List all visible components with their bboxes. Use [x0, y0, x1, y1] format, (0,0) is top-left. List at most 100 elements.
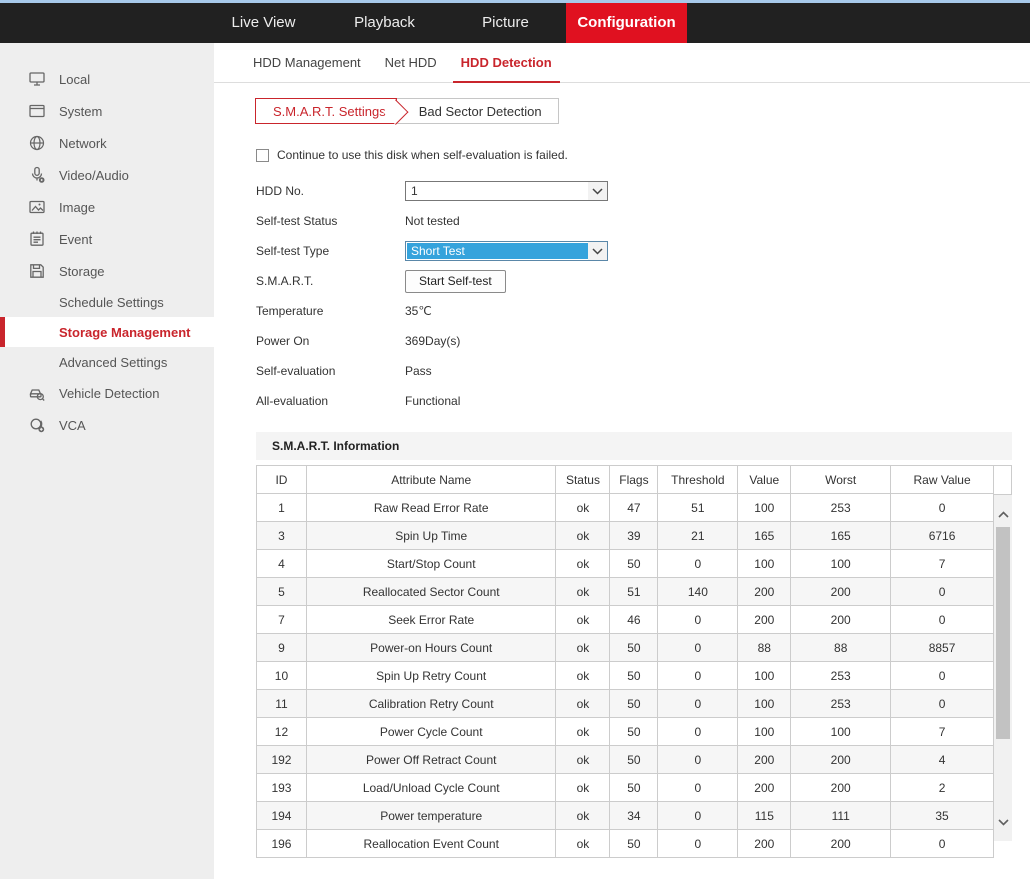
table-cell: ok	[556, 774, 610, 802]
column-header-flags: Flags	[610, 466, 658, 494]
sidebar-item-system[interactable]: System	[0, 95, 214, 127]
table-cell: ok	[556, 550, 610, 578]
table-cell: 50	[610, 634, 658, 662]
sidebar-item-local[interactable]: Local	[0, 63, 214, 95]
sidebar-item-label: Local	[59, 72, 90, 87]
sidebar-item-image[interactable]: Image	[0, 191, 214, 223]
table-cell: 4	[257, 550, 307, 578]
scrollbar-thumb[interactable]	[996, 527, 1010, 739]
sidebar-item-vehicle-detection[interactable]: Vehicle Detection	[0, 377, 214, 409]
tab-hdd-management[interactable]: HDD Management	[241, 43, 373, 82]
table-cell: 100	[738, 718, 791, 746]
table-cell: 46	[610, 606, 658, 634]
tab-net-hdd[interactable]: Net HDD	[373, 43, 449, 82]
table-cell: Power temperature	[306, 802, 556, 830]
vca-icon	[28, 416, 46, 434]
table-cell: 7	[257, 606, 307, 634]
table-cell: 193	[257, 774, 307, 802]
scroll-down-icon[interactable]	[994, 815, 1012, 829]
nav-item-configuration[interactable]: Configuration	[566, 3, 687, 43]
table-row: 1Raw Read Error Rateok47511002530	[257, 494, 994, 522]
table-cell: 194	[257, 802, 307, 830]
table-cell: 200	[738, 606, 791, 634]
sidebar-item-schedule-settings[interactable]: Schedule Settings	[0, 287, 214, 317]
table-cell: ok	[556, 606, 610, 634]
table-cell: 0	[658, 690, 738, 718]
sidebar-item-storage-management[interactable]: Storage Management	[0, 317, 214, 347]
table-cell: 192	[257, 746, 307, 774]
column-header-status: Status	[556, 466, 610, 494]
all-evaluation-row: All-evaluation Functional	[256, 386, 1030, 416]
table-cell: 50	[610, 550, 658, 578]
table-cell: ok	[556, 718, 610, 746]
sidebar-item-storage[interactable]: Storage	[0, 255, 214, 287]
continue-use-disk-checkbox[interactable]	[256, 149, 269, 162]
table-cell: 88	[738, 634, 791, 662]
monitor-icon	[28, 70, 46, 88]
microphone-icon	[28, 166, 46, 184]
sidebar-item-vca[interactable]: VCA	[0, 409, 214, 441]
event-icon	[28, 230, 46, 248]
smart-information-section: S.M.A.R.T. Information IDAttribute NameS…	[256, 432, 1012, 858]
table-cell: 111	[791, 802, 891, 830]
self-evaluation-value: Pass	[405, 364, 432, 378]
self-evaluation-row: Self-evaluation Pass	[256, 356, 1030, 386]
page-layout: Local System Network Video/Audio Image Event S…	[0, 43, 1030, 879]
table-cell: 39	[610, 522, 658, 550]
table-cell: 100	[791, 550, 891, 578]
smart-information-title: S.M.A.R.T. Information	[256, 432, 1012, 460]
table-cell: 0	[658, 830, 738, 858]
temperature-row: Temperature 35℃	[256, 296, 1030, 326]
table-cell: 100	[738, 494, 791, 522]
table-cell: 1	[257, 494, 307, 522]
subtab-bad-sector-detection[interactable]: Bad Sector Detection	[391, 98, 559, 124]
scrollbar-track[interactable]	[994, 495, 1012, 841]
scroll-up-icon[interactable]	[994, 507, 1012, 521]
tab-hdd-detection[interactable]: HDD Detection	[449, 43, 564, 82]
table-cell: ok	[556, 494, 610, 522]
table-cell: 50	[610, 774, 658, 802]
sidebar-item-label: System	[59, 104, 102, 119]
subtab-s-m-a-r-t-settings[interactable]: S.M.A.R.T. Settings	[255, 98, 397, 124]
sidebar-item-advanced-settings[interactable]: Advanced Settings	[0, 347, 214, 377]
table-cell: Reallocated Sector Count	[306, 578, 556, 606]
table-cell: 165	[738, 522, 791, 550]
table-cell: 88	[791, 634, 891, 662]
self-test-type-label: Self-test Type	[256, 244, 405, 258]
table-cell: 35	[891, 802, 994, 830]
table-cell: Load/Unload Cycle Count	[306, 774, 556, 802]
sidebar-item-label: Video/Audio	[59, 168, 129, 183]
table-cell: 0	[891, 606, 994, 634]
self-test-type-select[interactable]: Short Test	[405, 241, 608, 261]
hdd-no-selected-value: 1	[406, 182, 588, 200]
power-on-value: 369Day(s)	[405, 334, 460, 348]
table-cell: 50	[610, 662, 658, 690]
power-on-label: Power On	[256, 334, 405, 348]
table-cell: 100	[791, 718, 891, 746]
table-cell: 0	[658, 662, 738, 690]
table-cell: 0	[658, 550, 738, 578]
self-test-type-selected-value: Short Test	[407, 243, 588, 259]
nav-item-picture[interactable]: Picture	[445, 3, 566, 43]
hdd-no-select[interactable]: 1	[405, 181, 608, 201]
table-row: 12Power Cycle Countok5001001007	[257, 718, 994, 746]
table-cell: 8857	[891, 634, 994, 662]
storage-icon	[28, 262, 46, 280]
table-cell: 7	[891, 718, 994, 746]
continue-use-disk-row: Continue to use this disk when self-eval…	[256, 144, 1030, 166]
nav-item-playback[interactable]: Playback	[324, 3, 445, 43]
sidebar-item-network[interactable]: Network	[0, 127, 214, 159]
start-self-test-button[interactable]: Start Self-test	[405, 270, 506, 293]
continue-use-disk-label: Continue to use this disk when self-eval…	[277, 148, 568, 162]
sidebar-item-video-audio[interactable]: Video/Audio	[0, 159, 214, 191]
nav-item-live-view[interactable]: Live View	[203, 3, 324, 43]
table-cell: Calibration Retry Count	[306, 690, 556, 718]
sidebar-item-label: Network	[59, 136, 107, 151]
table-cell: 0	[891, 830, 994, 858]
sidebar-item-label: Event	[59, 232, 92, 247]
table-cell: 115	[738, 802, 791, 830]
sidebar-item-event[interactable]: Event	[0, 223, 214, 255]
column-header-threshold: Threshold	[658, 466, 738, 494]
self-evaluation-label: Self-evaluation	[256, 364, 405, 378]
table-cell: 0	[891, 578, 994, 606]
